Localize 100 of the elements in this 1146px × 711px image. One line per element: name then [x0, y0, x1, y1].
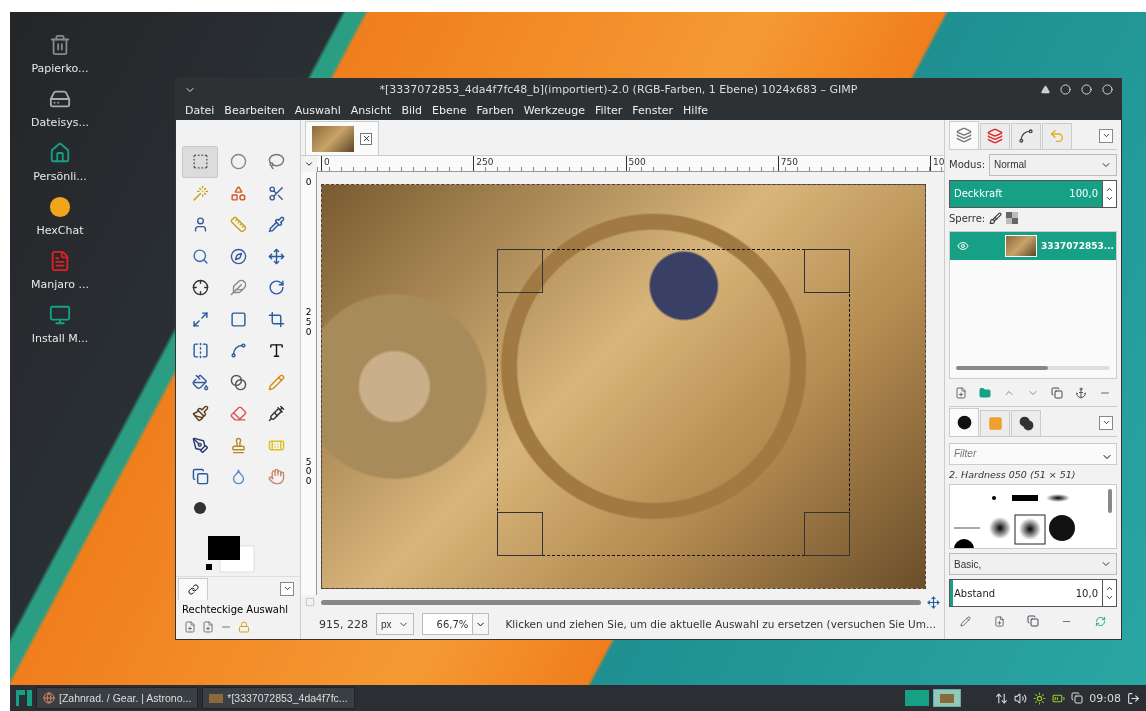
- dock-tab[interactable]: [949, 407, 979, 436]
- compass-icon: [229, 247, 247, 265]
- panel-menu-button[interactable]: [280, 581, 294, 596]
- search-icon: [191, 247, 209, 265]
- monitor-icon[interactable]: [49, 304, 71, 326]
- desktop-icon-label[interactable]: Papierko...: [31, 62, 89, 75]
- filter-field[interactable]: Filter: [949, 442, 1117, 465]
- brush-dot-icon: [956, 414, 972, 430]
- desktop-icon-label[interactable]: HexChat: [36, 224, 84, 237]
- duplicate-button[interactable]: [1049, 384, 1065, 401]
- menu-item[interactable]: Datei: [180, 103, 220, 117]
- pointer-coordinates: 915, 228: [319, 617, 368, 631]
- color-swatches-drawing[interactable]: [206, 534, 256, 574]
- volume-icon[interactable]: [1014, 691, 1028, 705]
- close-button[interactable]: [360, 132, 372, 145]
- spin-buttons[interactable]: [1103, 179, 1117, 208]
- rotate-icon: [267, 279, 285, 297]
- path-nodes-icon: [229, 342, 247, 360]
- unit-dropdown[interactable]: px: [376, 613, 414, 635]
- caret-icon[interactable]: [304, 159, 314, 169]
- clock: 09:08: [1089, 691, 1121, 705]
- eraser-icon: [229, 405, 247, 423]
- tool-options-title: Rechteckige Auswahl: [181, 603, 290, 617]
- pen-nib-icon: [191, 436, 209, 454]
- menu-logo-icon[interactable]: [16, 690, 32, 706]
- menu-item[interactable]: Ebene: [427, 103, 472, 117]
- taskbar-task[interactable]: [Zahnrad. / Gear. | Astrono...: [36, 687, 199, 709]
- taskbar-task[interactable]: *[3337072853_4da4f7fc...: [202, 687, 355, 709]
- ruler-label: 500: [625, 156, 778, 171]
- paint-bucket-icon: [191, 373, 209, 391]
- caret-icon: [282, 584, 292, 593]
- square-icon: [229, 310, 247, 328]
- new-layer-button[interactable]: [953, 384, 969, 401]
- tool-options-tab[interactable]: [178, 577, 208, 600]
- image-thumbnail: [209, 693, 224, 703]
- window-button-icon[interactable]: [1081, 84, 1092, 95]
- desktop-icon-label[interactable]: Install M...: [31, 332, 89, 345]
- horizontal-scrollbar[interactable]: [956, 366, 1110, 371]
- vertical-scrollbar[interactable]: [1108, 488, 1112, 513]
- selection-handle: [496, 249, 543, 294]
- ruler-label: 250: [473, 156, 626, 171]
- syringe-icon: [267, 405, 285, 423]
- spacing-spinner[interactable]: Abstand 10,0: [949, 579, 1103, 608]
- image-tab[interactable]: [305, 121, 379, 155]
- selection-handle: [803, 511, 850, 556]
- trash-icon[interactable]: [49, 34, 71, 56]
- network-icon[interactable]: [995, 691, 1009, 705]
- horizontal-scrollbar[interactable]: [321, 599, 921, 605]
- pencil-icon: [960, 615, 972, 627]
- brush-icon[interactable]: [989, 211, 1003, 225]
- wand-icon: [191, 184, 209, 202]
- menu-item[interactable]: Ansicht: [345, 103, 397, 117]
- home-folder-icon[interactable]: [49, 142, 71, 164]
- eye-icon[interactable]: [957, 239, 969, 252]
- brush-set-dropdown[interactable]: Basic,: [949, 553, 1117, 576]
- window-button-icon[interactable]: [1060, 84, 1071, 95]
- menu-item[interactable]: Bild: [396, 103, 428, 117]
- duplicate-button[interactable]: [1024, 613, 1041, 630]
- folder-icon: [979, 386, 991, 399]
- mode-dropdown[interactable]: Normal: [989, 153, 1117, 176]
- menu-item[interactable]: Bearbeiten: [219, 103, 290, 117]
- desktop-icon-label[interactable]: Dateisys...: [31, 116, 89, 129]
- file-plus-icon: [993, 615, 1005, 627]
- desktop-icon-label[interactable]: Persönli...: [33, 170, 87, 183]
- globe-icon: [43, 692, 55, 704]
- menu-item[interactable]: Hilfe: [678, 103, 714, 117]
- edit-button[interactable]: [958, 613, 974, 629]
- drive-icon[interactable]: [49, 88, 71, 110]
- desktop-icon-label[interactable]: Manjaro ...: [31, 278, 89, 291]
- window-button-icon[interactable]: [1102, 84, 1113, 95]
- eject-icon[interactable]: [1041, 85, 1050, 94]
- checker-icon[interactable]: [1006, 212, 1019, 225]
- image-thumbnail: [312, 125, 354, 152]
- copy-icon: [1026, 615, 1039, 628]
- menu-item[interactable]: Auswahl: [289, 103, 346, 117]
- menu-item[interactable]: Farben: [471, 103, 519, 117]
- circle-icon[interactable]: [49, 196, 71, 218]
- menu-item[interactable]: Filter: [590, 103, 628, 117]
- panel-menu-button[interactable]: [1099, 128, 1113, 143]
- menu-item[interactable]: Werkzeuge: [518, 103, 590, 117]
- navigate-icon[interactable]: [927, 595, 940, 609]
- dashed-square-icon: [191, 153, 209, 171]
- document-icon[interactable]: [49, 250, 71, 272]
- pipette-icon: [267, 216, 285, 234]
- zoom-field[interactable]: 66,7%: [421, 613, 490, 635]
- workspace-icon[interactable]: [905, 690, 930, 706]
- add-mode-icon[interactable]: [184, 621, 196, 633]
- opacity-label: Deckkraft: [954, 188, 1003, 200]
- add-mode-icon[interactable]: [202, 621, 214, 633]
- panel-menu-button[interactable]: [1099, 415, 1113, 430]
- workspace-icon[interactable]: [933, 689, 962, 707]
- spin-buttons[interactable]: [1103, 579, 1117, 608]
- stack-icon: [987, 128, 1003, 145]
- dock-tab[interactable]: [1011, 409, 1041, 436]
- ruler-icon: [229, 216, 247, 234]
- circle-icon: [229, 153, 247, 171]
- menu-item[interactable]: Fenster: [627, 103, 679, 117]
- dock-tab[interactable]: [1011, 122, 1041, 149]
- image-thumbnail: [940, 693, 955, 703]
- logout-icon[interactable]: [1127, 691, 1140, 705]
